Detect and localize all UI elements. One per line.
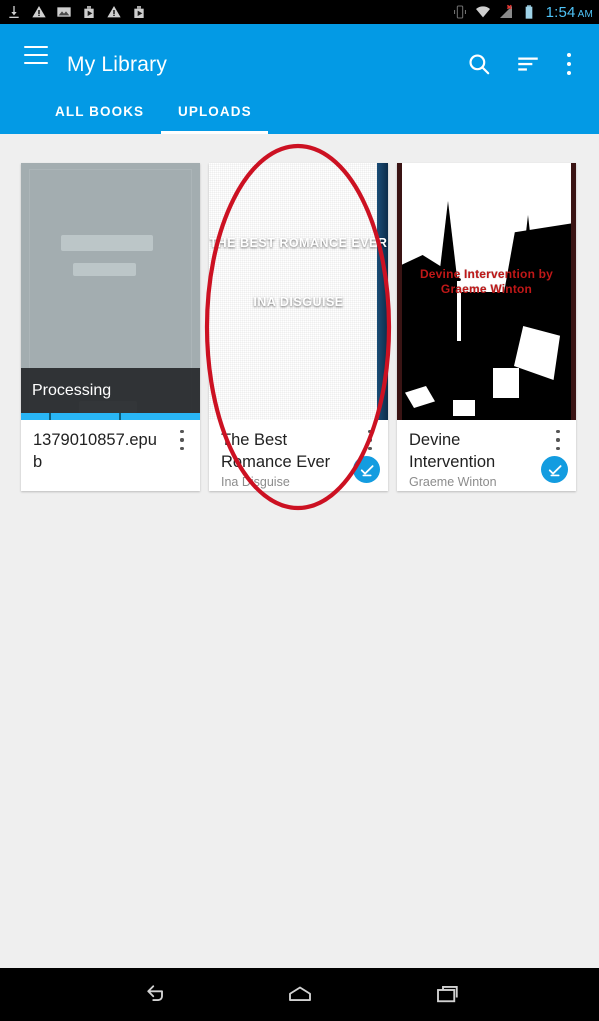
overflow-menu-icon[interactable] xyxy=(550,430,566,450)
downloaded-check-icon[interactable] xyxy=(541,456,568,483)
battery-icon xyxy=(525,5,532,19)
book-title: 1379010857.epub xyxy=(33,431,157,471)
annotation-ellipse xyxy=(204,143,392,511)
cover-image-bw-photo: Devine Intervention by Graeme Winton xyxy=(397,163,576,420)
tab-selected-indicator xyxy=(161,131,268,134)
overflow-menu-icon[interactable] xyxy=(362,430,378,450)
warning-icon xyxy=(32,6,46,18)
app-bar: My Library xyxy=(0,24,599,88)
download-icon xyxy=(9,6,19,18)
processing-label: Processing xyxy=(32,381,112,399)
status-bar-system-icons: 1:54 AM xyxy=(452,4,593,21)
book-author: Ina Disguise xyxy=(221,475,290,489)
tab-uploads[interactable]: UPLOADS xyxy=(178,88,252,134)
tab-all-books[interactable]: ALL BOOKS xyxy=(55,88,144,134)
book-card[interactable]: Devine Intervention by Graeme Winton Dev… xyxy=(397,163,576,491)
overflow-menu-icon[interactable] xyxy=(560,53,578,75)
book-author: Graeme Winton xyxy=(409,475,497,489)
book-title: The Best Romance Ever xyxy=(221,431,331,471)
search-icon[interactable] xyxy=(466,51,492,77)
processing-overlay: Processing xyxy=(21,368,200,413)
clock-ampm: AM xyxy=(577,8,593,20)
vibrate-icon xyxy=(453,5,466,19)
book-meta: The Best Romance Ever Ina Disguise xyxy=(209,420,388,491)
status-bar-notification-icons xyxy=(6,4,452,20)
wifi-icon xyxy=(475,6,490,18)
overflow-menu-icon[interactable] xyxy=(174,430,190,450)
system-navigation-bar xyxy=(0,968,599,1021)
warning-icon xyxy=(107,6,121,18)
status-bar-clock: 1:54 AM xyxy=(546,4,593,21)
play-store-icon xyxy=(84,6,94,18)
tab-all-books-label: ALL BOOKS xyxy=(55,103,145,119)
status-bar: 1:54 AM xyxy=(0,0,599,24)
tab-bar: ALL BOOKS UPLOADS xyxy=(0,88,599,134)
cell-signal-no-service-icon xyxy=(499,4,512,18)
home-icon[interactable] xyxy=(281,980,319,1010)
book-title: Devine Intervention xyxy=(409,431,496,471)
cover-title-text: Devine Intervention by Graeme Winton xyxy=(419,267,554,296)
book-cover[interactable]: Devine Intervention by Graeme Winton xyxy=(397,163,576,420)
upload-progress-bar xyxy=(21,413,200,420)
cover-title-text: THE BEST ROMANCE EVER xyxy=(209,236,388,250)
back-arrow-icon[interactable] xyxy=(133,980,171,1010)
image-icon xyxy=(57,7,71,17)
recent-apps-icon[interactable] xyxy=(429,980,467,1010)
book-meta: 1379010857.epub xyxy=(21,420,200,491)
book-card[interactable]: THE BEST ROMANCE EVER INA DISGUISE The B… xyxy=(209,163,388,491)
sort-icon[interactable] xyxy=(515,51,541,77)
book-card[interactable]: Processing 1379010857.epub xyxy=(21,163,200,491)
clock-time: 1:54 xyxy=(545,3,576,21)
book-cover[interactable]: THE BEST ROMANCE EVER INA DISGUISE xyxy=(209,163,388,420)
cover-author-text: INA DISGUISE xyxy=(253,295,344,309)
play-store-icon xyxy=(134,6,144,18)
app-screen: 1:54 AM My Library ALL BOOKS UPLOADS Pro… xyxy=(0,0,599,1021)
book-cover[interactable]: Processing xyxy=(21,163,200,420)
hamburger-menu-icon[interactable] xyxy=(24,46,48,64)
cover-image-blue-book: THE BEST ROMANCE EVER INA DISGUISE xyxy=(209,163,388,420)
tab-uploads-label: UPLOADS xyxy=(178,103,252,119)
downloaded-check-icon[interactable] xyxy=(353,456,380,483)
book-meta: Devine Intervention Graeme Winton xyxy=(397,420,576,491)
page-title: My Library xyxy=(67,53,168,76)
